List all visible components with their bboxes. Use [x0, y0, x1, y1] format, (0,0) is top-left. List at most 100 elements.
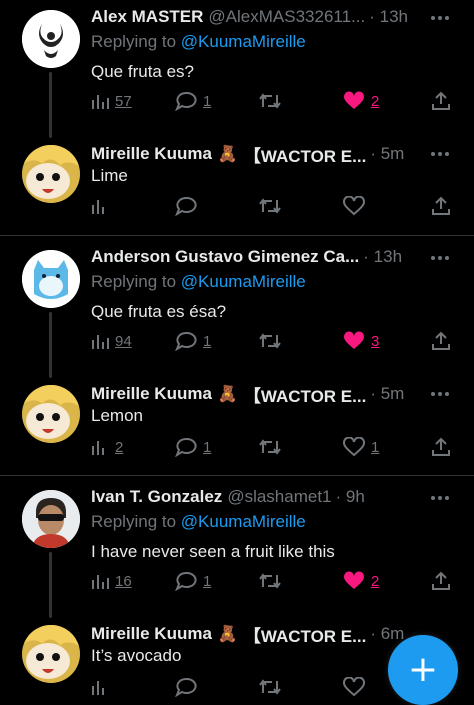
replying-to-link[interactable]: @KuumaMireille — [181, 272, 306, 291]
share-button[interactable] — [431, 568, 451, 594]
heart-outline-icon — [343, 677, 365, 697]
replying-to-link[interactable]: @KuumaMireille — [181, 512, 306, 531]
reply-button[interactable]: 1 — [175, 328, 211, 354]
retweet-icon — [259, 198, 281, 214]
more-options-icon[interactable] — [428, 486, 452, 510]
reply-count: 1 — [203, 438, 212, 456]
replying-to-label: Replying to — [91, 272, 181, 291]
reply-button[interactable]: 1 — [175, 568, 211, 594]
replying-to-link[interactable]: @KuumaMireille — [181, 32, 306, 51]
like-count: 2 — [371, 92, 380, 110]
share-button[interactable] — [431, 193, 451, 219]
tweet-mireille-lime[interactable]: Mireille Kuuma 🧸 【WACTOR E... · 5m Lime — [0, 138, 474, 234]
avatar-ivan[interactable] — [22, 490, 80, 548]
tweet-time[interactable]: · 6m — [370, 624, 404, 644]
author-name-suffix[interactable]: 【WACTOR E... — [244, 622, 366, 646]
like-button[interactable]: 1 — [343, 434, 379, 460]
heart-outline-icon — [343, 437, 365, 457]
more-options-icon[interactable] — [428, 142, 452, 166]
heart-filled-icon — [343, 91, 365, 109]
avatar-anderson[interactable] — [22, 250, 80, 308]
divider — [0, 475, 474, 476]
plus-icon: + — [407, 649, 439, 690]
tweet-header: Mireille Kuuma 🧸 【WACTOR E... · 5m — [91, 142, 434, 166]
avatar-alex-master[interactable] — [22, 10, 80, 68]
retweet-button[interactable] — [258, 568, 282, 594]
views-button[interactable]: 94 — [91, 328, 132, 354]
tweet-text: Que fruta es? — [91, 62, 195, 81]
share-icon — [432, 331, 450, 350]
reply-icon — [175, 571, 197, 591]
views-button[interactable] — [91, 674, 109, 700]
share-button[interactable] — [431, 88, 451, 114]
reply-button[interactable] — [175, 193, 197, 219]
tweet-time[interactable]: · 13h — [363, 247, 402, 267]
retweet-button[interactable] — [258, 193, 282, 219]
retweet-icon — [259, 333, 281, 349]
author-handle[interactable]: @AlexMAS332611... — [208, 7, 365, 27]
anime-avatar-image — [22, 145, 80, 203]
avatar-mireille[interactable] — [22, 145, 80, 203]
views-icon — [92, 681, 104, 695]
tweet-time[interactable]: · 9h — [336, 487, 365, 507]
more-options-icon[interactable] — [428, 382, 452, 406]
views-button[interactable]: 57 — [91, 88, 132, 114]
divider — [0, 235, 474, 236]
more-options-icon[interactable] — [428, 6, 452, 30]
reply-count: 1 — [203, 572, 212, 590]
views-button[interactable] — [91, 193, 109, 219]
tweet-anderson[interactable]: Anderson Gustavo Gimenez Ca... · 13h Rep… — [0, 240, 474, 378]
views-button[interactable]: 2 — [91, 434, 123, 460]
author-name-suffix[interactable]: 【WACTOR E... — [244, 382, 366, 406]
views-icon — [92, 441, 104, 455]
retweet-icon — [259, 573, 281, 589]
reply-button[interactable] — [175, 674, 197, 700]
author-name[interactable]: Anderson Gustavo Gimenez Ca... — [91, 247, 359, 267]
teddy-bear-icon: 🧸 — [217, 626, 238, 643]
tweet-time[interactable]: · 13h — [369, 7, 408, 27]
heart-filled-icon — [343, 331, 365, 349]
views-icon — [92, 200, 104, 214]
retweet-button[interactable] — [258, 674, 282, 700]
like-button[interactable] — [343, 674, 365, 700]
share-icon — [432, 437, 450, 456]
like-button[interactable]: 2 — [343, 568, 379, 594]
author-name[interactable]: Mireille Kuuma — [91, 144, 212, 164]
author-name[interactable]: Mireille Kuuma — [91, 384, 212, 404]
tweet-header: Anderson Gustavo Gimenez Ca... · 13h — [91, 245, 434, 269]
tweet-text: Lemon — [91, 406, 143, 425]
like-count: 3 — [371, 332, 380, 350]
like-button[interactable]: 2 — [343, 88, 379, 114]
author-name[interactable]: Ivan T. Gonzalez — [91, 487, 222, 507]
avatar-mireille[interactable] — [22, 625, 80, 683]
avatar-mireille[interactable] — [22, 385, 80, 443]
thread-line — [49, 72, 52, 138]
author-name-suffix[interactable]: 【WACTOR E... — [244, 142, 366, 166]
author-handle[interactable]: @slashamet1 — [227, 487, 331, 507]
tweet-text: It’s avocado — [91, 646, 182, 665]
like-button[interactable] — [343, 193, 365, 219]
author-name[interactable]: Mireille Kuuma — [91, 624, 212, 644]
views-icon — [92, 95, 109, 109]
like-button[interactable]: 3 — [343, 328, 379, 354]
views-button[interactable]: 16 — [91, 568, 132, 594]
replying-to: Replying to @KuumaMireille — [91, 32, 306, 52]
retweet-button[interactable] — [258, 434, 282, 460]
share-button[interactable] — [431, 434, 451, 460]
share-icon — [432, 571, 450, 590]
tweet-ivan[interactable]: Ivan T. Gonzalez @slashamet1 · 9h Replyi… — [0, 480, 474, 618]
compose-fab-button[interactable]: + — [388, 635, 458, 705]
retweet-button[interactable] — [258, 328, 282, 354]
author-name[interactable]: Alex MASTER — [91, 7, 203, 27]
retweet-button[interactable] — [258, 88, 282, 114]
tweet-mireille-lemon[interactable]: Mireille Kuuma 🧸 【WACTOR E... · 5m Lemon… — [0, 378, 474, 474]
more-options-icon[interactable] — [428, 246, 452, 270]
reply-button[interactable]: 1 — [175, 88, 211, 114]
reply-button[interactable]: 1 — [175, 434, 211, 460]
tweet-alex-master[interactable]: Alex MASTER @AlexMAS332611... · 13h Repl… — [0, 0, 474, 138]
replying-to-label: Replying to — [91, 32, 181, 51]
share-button[interactable] — [431, 328, 451, 354]
views-count: 2 — [115, 438, 124, 456]
tweet-time[interactable]: · 5m — [370, 384, 404, 404]
tweet-time[interactable]: · 5m — [370, 144, 404, 164]
